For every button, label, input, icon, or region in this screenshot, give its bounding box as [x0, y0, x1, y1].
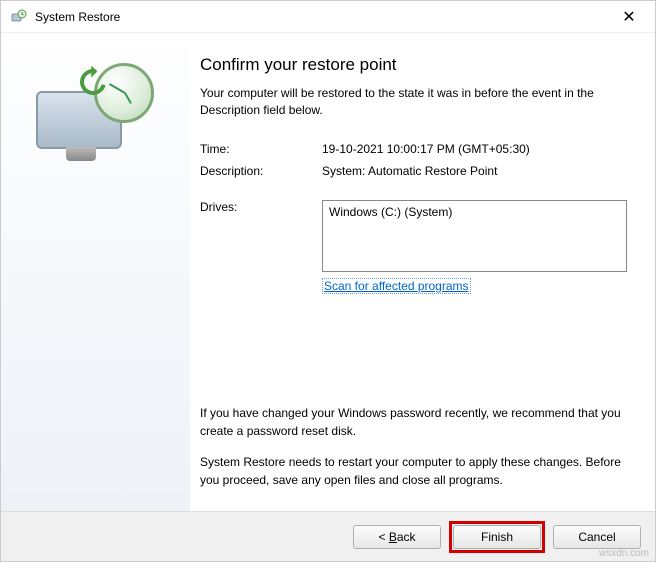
- description-row: Description: System: Automatic Restore P…: [200, 164, 627, 178]
- footer: < Back Finish Cancel wsxdn.com: [1, 511, 655, 561]
- main-panel: Confirm your restore point Your computer…: [190, 33, 655, 511]
- drives-label: Drives:: [200, 200, 322, 294]
- close-button[interactable]: ✕: [609, 7, 649, 27]
- scan-affected-programs-link[interactable]: Scan for affected programs: [322, 278, 471, 294]
- restart-note: System Restore needs to restart your com…: [200, 454, 627, 489]
- cancel-button[interactable]: Cancel: [553, 525, 641, 549]
- system-restore-illustration: [36, 63, 156, 183]
- finish-button[interactable]: Finish: [453, 525, 541, 549]
- description-label: Description:: [200, 164, 322, 178]
- drives-list[interactable]: Windows (C:) (System): [322, 200, 627, 272]
- content-area: Confirm your restore point Your computer…: [1, 33, 655, 511]
- password-note: If you have changed your Windows passwor…: [200, 405, 627, 440]
- page-subtitle: Your computer will be restored to the st…: [200, 85, 627, 120]
- watermark: wsxdn.com: [599, 548, 649, 559]
- system-restore-icon: [11, 9, 27, 25]
- window-title: System Restore: [35, 10, 609, 24]
- titlebar: System Restore ✕: [1, 1, 655, 33]
- time-label: Time:: [200, 142, 322, 156]
- page-heading: Confirm your restore point: [200, 55, 627, 75]
- time-value: 19-10-2021 10:00:17 PM (GMT+05:30): [322, 142, 627, 156]
- time-row: Time: 19-10-2021 10:00:17 PM (GMT+05:30): [200, 142, 627, 156]
- sidebar: [1, 33, 190, 511]
- drive-item[interactable]: Windows (C:) (System): [329, 205, 620, 219]
- finish-highlight: Finish: [449, 521, 545, 553]
- drives-row: Drives: Windows (C:) (System) Scan for a…: [200, 200, 627, 294]
- description-value: System: Automatic Restore Point: [322, 164, 627, 178]
- drives-column: Windows (C:) (System) Scan for affected …: [322, 200, 627, 294]
- back-button[interactable]: < Back: [353, 525, 441, 549]
